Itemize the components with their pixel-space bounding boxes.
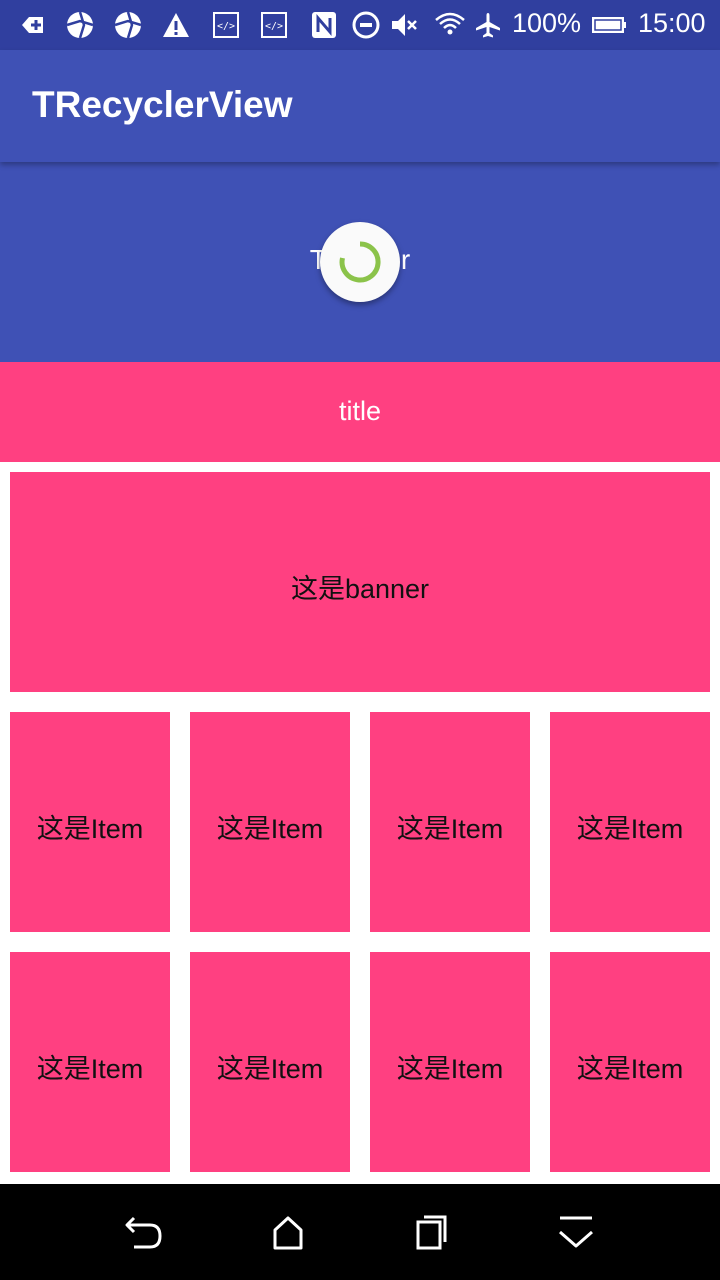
grid-item-text: 这是Item bbox=[216, 1054, 324, 1084]
grid-item[interactable]: 这是Item bbox=[10, 712, 170, 932]
app-bar: TRecyclerView bbox=[0, 50, 720, 162]
app-title: TRecyclerView bbox=[32, 84, 293, 125]
grid-item-text: 这是Item bbox=[396, 1054, 504, 1084]
grid-item-text: 这是Item bbox=[36, 814, 144, 844]
home-icon[interactable] bbox=[263, 1212, 313, 1252]
grid-item-text: 这是Item bbox=[396, 814, 504, 844]
aperture-icon bbox=[66, 11, 94, 39]
grid-item-text: 这是Item bbox=[576, 814, 684, 844]
volume-muted-icon bbox=[392, 14, 417, 36]
status-bar: </> </> 100% 15:00 bbox=[0, 0, 720, 50]
grid-item[interactable]: 这是Item bbox=[550, 952, 710, 1172]
grid-item[interactable]: 这是Item bbox=[550, 712, 710, 932]
add-notification-icon bbox=[22, 17, 43, 33]
navigation-bar bbox=[0, 1184, 720, 1280]
refresh-header: Tr bbox=[0, 162, 720, 362]
dropdown-icon[interactable] bbox=[551, 1212, 601, 1252]
code-icon: </> bbox=[261, 12, 287, 38]
grid-item[interactable]: 这是Item bbox=[370, 712, 530, 932]
back-icon[interactable] bbox=[120, 1212, 170, 1252]
banner-text: 这是banner bbox=[290, 574, 430, 604]
grid-item[interactable]: 这是Item bbox=[190, 712, 350, 932]
nfc-icon bbox=[312, 12, 336, 38]
banner[interactable]: 这是banner bbox=[10, 472, 710, 692]
wifi-icon bbox=[435, 12, 465, 35]
progress-spinner-icon bbox=[339, 241, 381, 283]
grid-item-text: 这是Item bbox=[216, 814, 324, 844]
section-title-text: title bbox=[338, 396, 382, 426]
warning-icon bbox=[163, 13, 189, 37]
aperture-icon bbox=[114, 11, 142, 39]
grid-item[interactable]: 这是Item bbox=[370, 952, 530, 1172]
grid-item-text: 这是Item bbox=[576, 1054, 684, 1084]
header-text-right: r bbox=[400, 244, 411, 275]
recents-icon[interactable] bbox=[407, 1212, 457, 1252]
battery-icon bbox=[592, 17, 626, 33]
clock: 15:00 bbox=[638, 8, 706, 38]
section-title: title bbox=[0, 362, 720, 462]
svg-text:</>: </> bbox=[217, 21, 235, 32]
svg-text:</>: </> bbox=[265, 21, 283, 32]
code-icon: </> bbox=[213, 12, 239, 38]
grid-item[interactable]: 这是Item bbox=[10, 952, 170, 1172]
airplane-mode-icon bbox=[476, 13, 500, 38]
grid-item-text: 这是Item bbox=[36, 1054, 144, 1084]
do-not-disturb-icon bbox=[352, 11, 380, 39]
grid-item[interactable]: 这是Item bbox=[190, 952, 350, 1172]
battery-percent: 100% bbox=[512, 8, 582, 38]
refresh-spinner bbox=[320, 222, 400, 302]
